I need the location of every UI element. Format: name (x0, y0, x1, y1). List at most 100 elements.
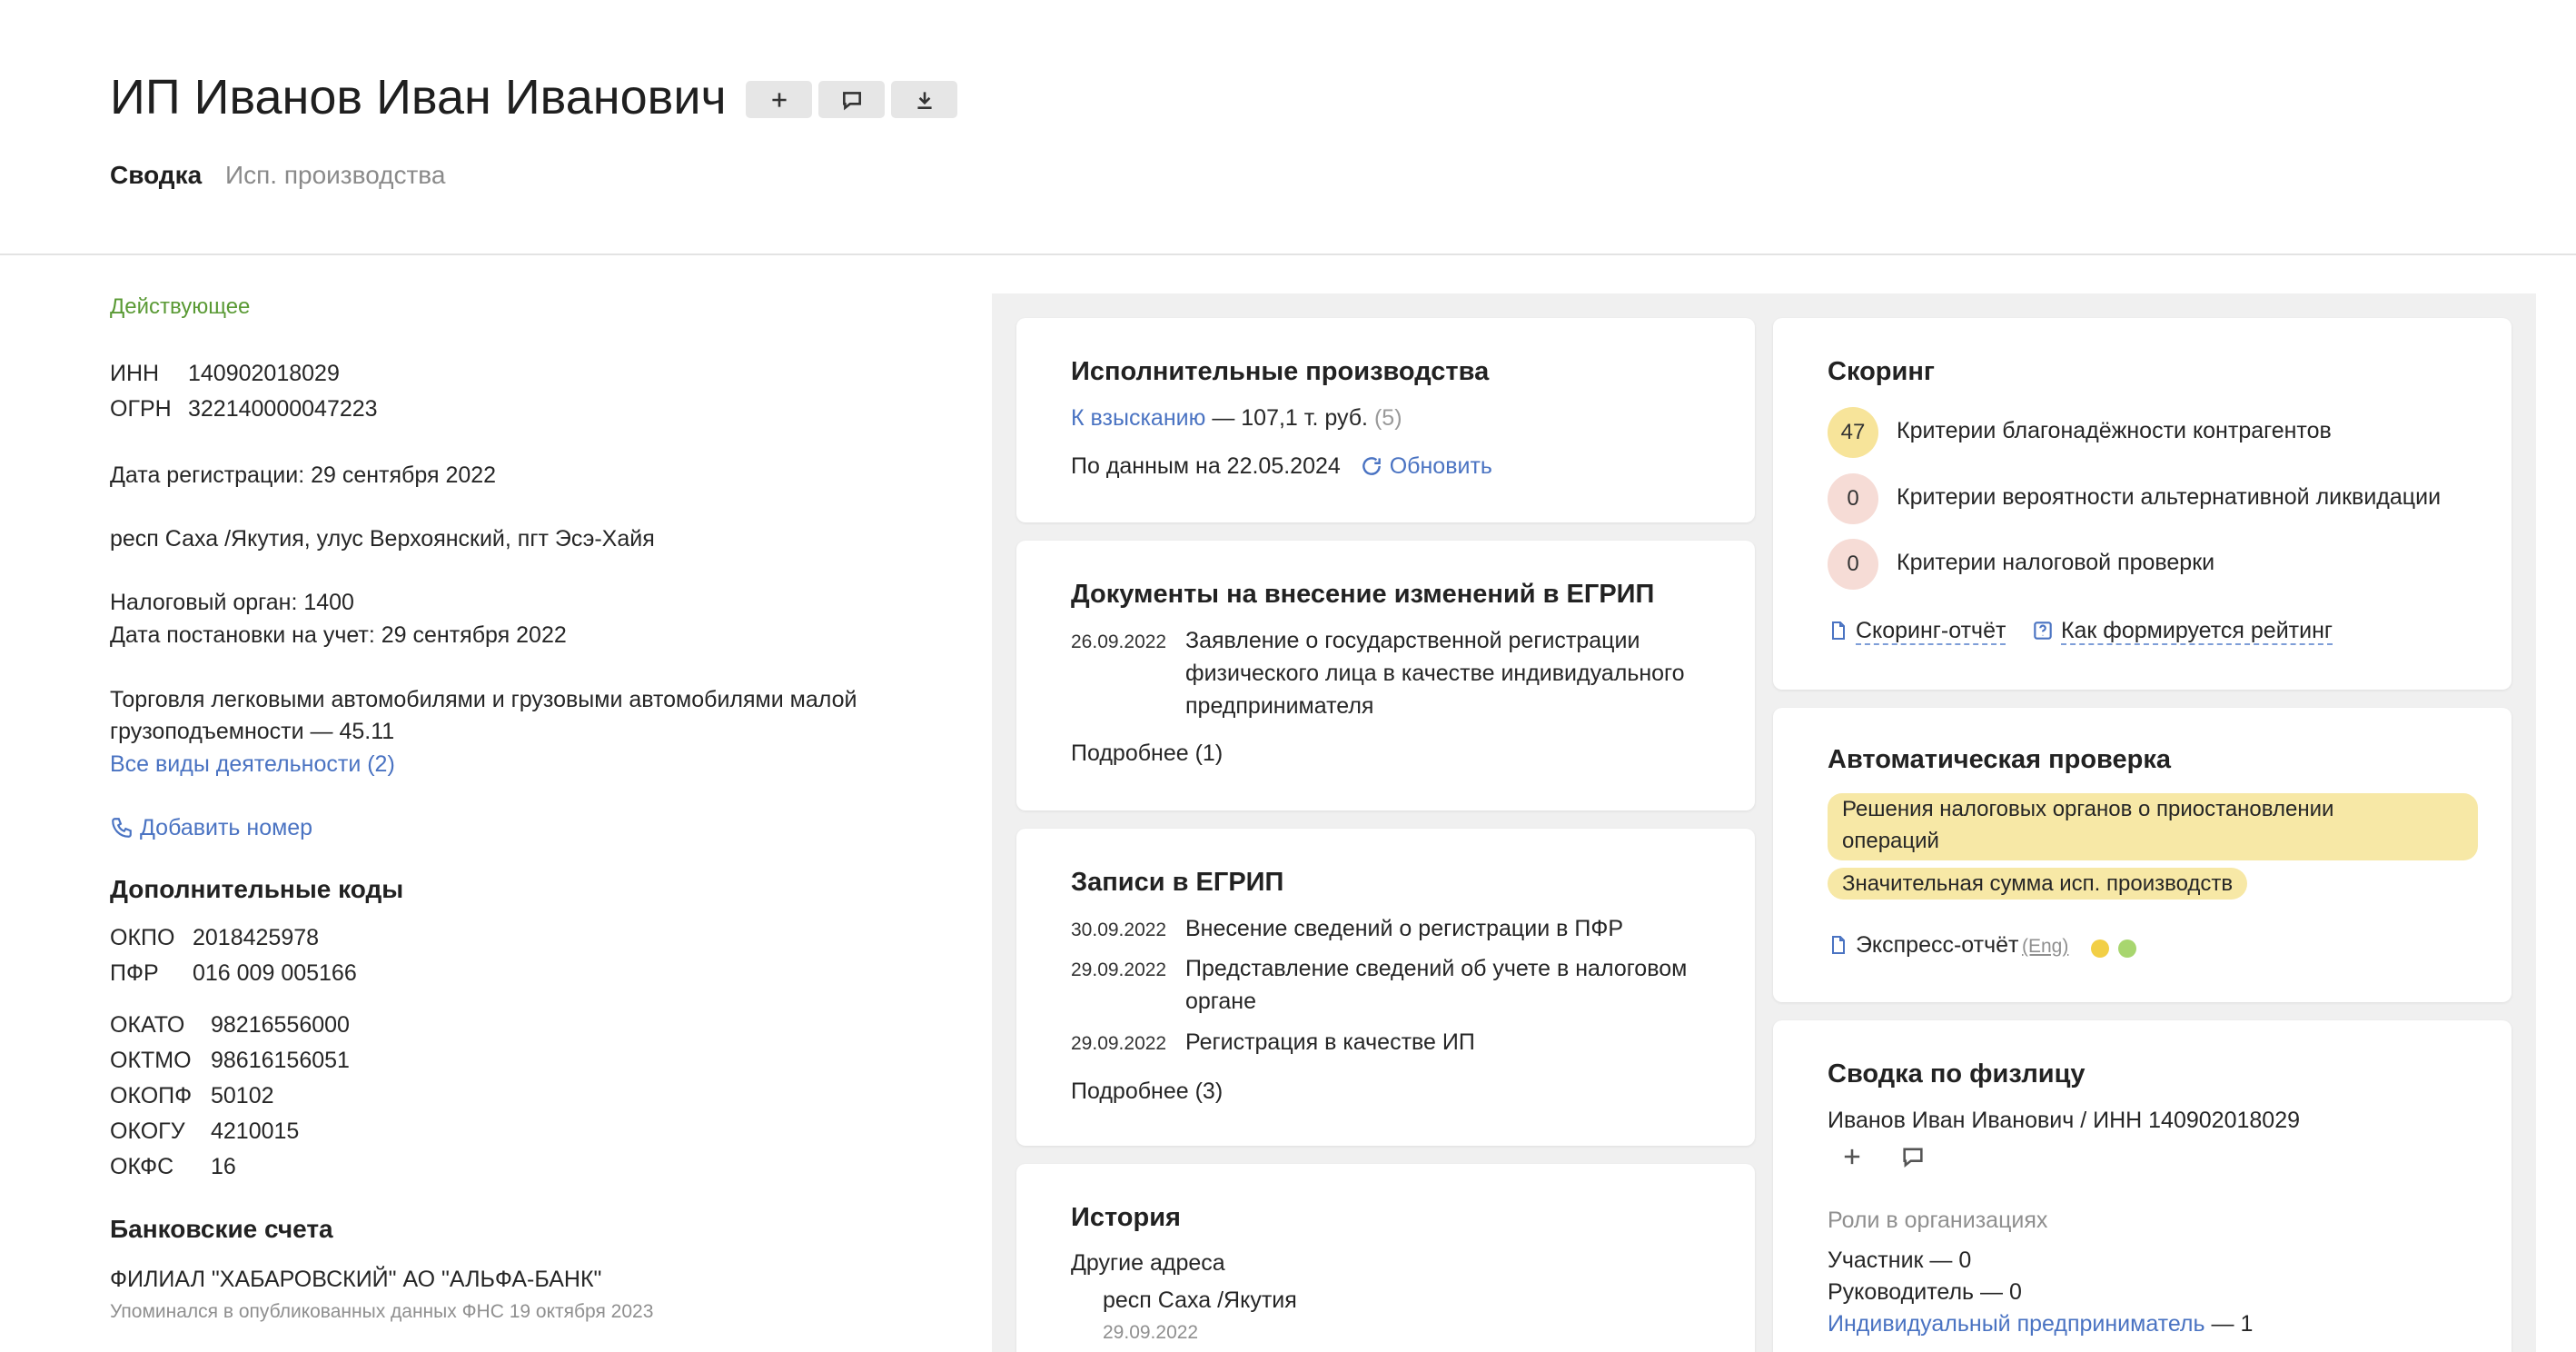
code-row-okogu: ОКОГУ 4210015 (110, 1115, 299, 1148)
code-label: ОКОПФ (110, 1083, 193, 1108)
collection-count: (5) (1373, 405, 1402, 431)
phone-icon (112, 818, 132, 838)
code-label: ОКОГУ (110, 1118, 185, 1144)
score-badge: 0 (1828, 473, 1878, 524)
plus-icon (771, 92, 787, 107)
tab-enforcement[interactable]: Исп. производства (225, 161, 445, 190)
role-ip-row: Индивидуальный предприниматель — 1 (1828, 1311, 2253, 1337)
scoring-report-link[interactable]: Скоринг-отчёт (1828, 618, 2006, 645)
history-title: История (1071, 1203, 1181, 1232)
express-report-link[interactable]: Экспресс-отчёт (1828, 932, 2019, 959)
code-label: ОКАТО (110, 1012, 185, 1038)
ogrn-row: ОГРН 322140000047223 (110, 393, 378, 425)
refresh-icon (1362, 457, 1381, 475)
main-activity-line2: грузоподъемности — 45.11 (110, 719, 395, 744)
code-value: 16 (211, 1154, 236, 1179)
record-date: 30.09.2022 (1071, 920, 1167, 940)
enforcement-title: Исполнительные производства (1071, 357, 1490, 386)
ogrn-value: 322140000047223 (188, 396, 378, 422)
comment-button[interactable] (818, 81, 885, 118)
status-badge: Действующее (110, 294, 251, 319)
scoring-criteria-tax-audit[interactable]: Критерии налоговой проверки (1897, 550, 2214, 576)
scoring-title: Скоринг (1828, 357, 1935, 386)
record-date: 29.09.2022 (1071, 959, 1167, 980)
tax-office: Налоговый орган: 1400 (110, 590, 354, 615)
comment-icon (842, 91, 861, 110)
record-text: Регистрация в качестве ИП (1185, 1029, 1475, 1055)
code-value: 016 009 005166 (193, 960, 357, 986)
comment-icon (1903, 1148, 1923, 1168)
risk-chip-enforcement-sum[interactable]: Значительная сумма исп. производств (1828, 868, 2248, 900)
bank-title: Банковские счета (110, 1215, 333, 1243)
code-label: ОКПО (110, 925, 175, 950)
role-director: Руководитель — 0 (1828, 1279, 2022, 1305)
code-label: ОКТМО (110, 1048, 192, 1073)
add-button[interactable] (746, 81, 812, 118)
tab-summary[interactable]: Сводка (110, 161, 202, 190)
scoring-criteria-liquidation[interactable]: Критерии вероятности альтернативной ликв… (1897, 484, 2441, 511)
help-icon (2034, 621, 2052, 640)
inn-label: ИНН (110, 361, 160, 386)
person-add-button[interactable] (1839, 1144, 1867, 1171)
inn-value: 140902018029 (188, 361, 340, 386)
refresh-label: Обновить (1389, 453, 1492, 479)
person-card: Сводка по физлицу Иванов Иван Иванович /… (1773, 1020, 2512, 1352)
scoring-report-label: Скоринг-отчёт (1855, 618, 2006, 645)
page-header: ИП Иванов Иван Иванович Сводка Исп. прои… (0, 0, 2576, 255)
person-comment-button[interactable] (1900, 1144, 1927, 1171)
document-date: 26.09.2022 (1071, 631, 1167, 652)
all-activities-link[interactable]: Все виды деятельности (2) (110, 748, 395, 780)
rating-help-link[interactable]: Как формируется рейтинг (2031, 618, 2333, 645)
indicator-yellow-dot (2091, 939, 2109, 958)
code-label: ОКФС (110, 1154, 174, 1179)
code-row-okfs: ОКФС 16 (110, 1150, 236, 1183)
enforcement-card: Исполнительные производства К взысканию … (1016, 318, 1755, 522)
history-address: респ Саха /Якутия (1103, 1287, 1297, 1313)
code-value: 98616156051 (211, 1048, 350, 1073)
address: респ Саха /Якутия, улус Верхоянский, пгт… (110, 526, 655, 552)
records-card: Записи в ЕГРИП 30.09.2022 Внесение сведе… (1016, 829, 1755, 1146)
risk-chip-tax-decisions[interactable]: Решения налоговых органов о приостановле… (1828, 793, 2478, 860)
enforcement-summary: К взысканию — 107,1 т. руб. (5) (1071, 405, 1402, 432)
code-value: 50102 (211, 1083, 274, 1108)
code-value: 98216556000 (211, 1012, 350, 1038)
add-phone-link[interactable]: Добавить номер (110, 811, 312, 844)
document-text-line3: предпринимателя (1185, 693, 1374, 719)
history-subtitle: Другие адреса (1071, 1250, 1225, 1276)
records-title: Записи в ЕГРИП (1071, 868, 1284, 897)
documents-more-link[interactable]: Подробнее (1) (1071, 741, 1223, 767)
code-row-pfr: ПФР 016 009 005166 (110, 957, 357, 989)
auto-check-card: Автоматическая проверка Решения налоговы… (1773, 708, 2512, 1002)
tax-registration-date: Дата постановки на учет: 29 сентября 202… (110, 622, 567, 648)
download-button[interactable] (891, 81, 957, 118)
download-icon (916, 91, 932, 109)
as-of-row: По данным на 22.05.2024 Обновить (1071, 453, 1492, 480)
collection-link[interactable]: К взысканию (1071, 405, 1205, 431)
record-text: Внесение сведений о регистрации в ПФР (1185, 916, 1624, 941)
scoring-criteria-reliability[interactable]: Критерии благонадёжности контрагентов (1897, 418, 2332, 444)
express-report-label: Экспресс-отчёт (1855, 932, 2019, 958)
code-row-okato: ОКАТО 98216556000 (110, 1009, 350, 1041)
code-label: ПФР (110, 960, 159, 986)
code-value: 4210015 (211, 1118, 300, 1144)
express-report-eng-link[interactable]: (Eng) (2022, 936, 2068, 958)
history-card: История Другие адреса респ Саха /Якутия … (1016, 1164, 1755, 1352)
risk-chip-line1: Решения налоговых органов о приостановле… (1842, 797, 2334, 821)
role-ip-link[interactable]: Индивидуальный предприниматель (1828, 1311, 2205, 1337)
main-activity-line1: Торговля легковыми автомобилями и грузов… (110, 687, 857, 712)
records-more-link[interactable]: Подробнее (3) (1071, 1079, 1223, 1105)
as-of-date: По данным на 22.05.2024 (1071, 453, 1341, 479)
indicator-green-dot (2118, 939, 2136, 958)
plus-icon (1844, 1148, 1860, 1165)
refresh-button[interactable]: Обновить (1360, 453, 1492, 479)
bank-name: ФИЛИАЛ "ХАБАРОВСКИЙ" АО "АЛЬФА-БАНК" (110, 1267, 602, 1292)
history-date: 29.09.2022 (1103, 1322, 1199, 1343)
inn-row: ИНН 140902018029 (110, 357, 340, 390)
record-text-cont: органе (1185, 989, 1256, 1014)
code-row-oktmo: ОКТМО 98616156051 (110, 1044, 350, 1077)
role-participant: Участник — 0 (1828, 1248, 1972, 1273)
collection-amount: — 107,1 т. руб. (1212, 405, 1369, 431)
person-link[interactable]: Иванов Иван Иванович / ИНН 140902018029 (1828, 1108, 2300, 1134)
codes-title: Дополнительные коды (110, 875, 404, 903)
auto-check-title: Автоматическая проверка (1828, 745, 2171, 774)
